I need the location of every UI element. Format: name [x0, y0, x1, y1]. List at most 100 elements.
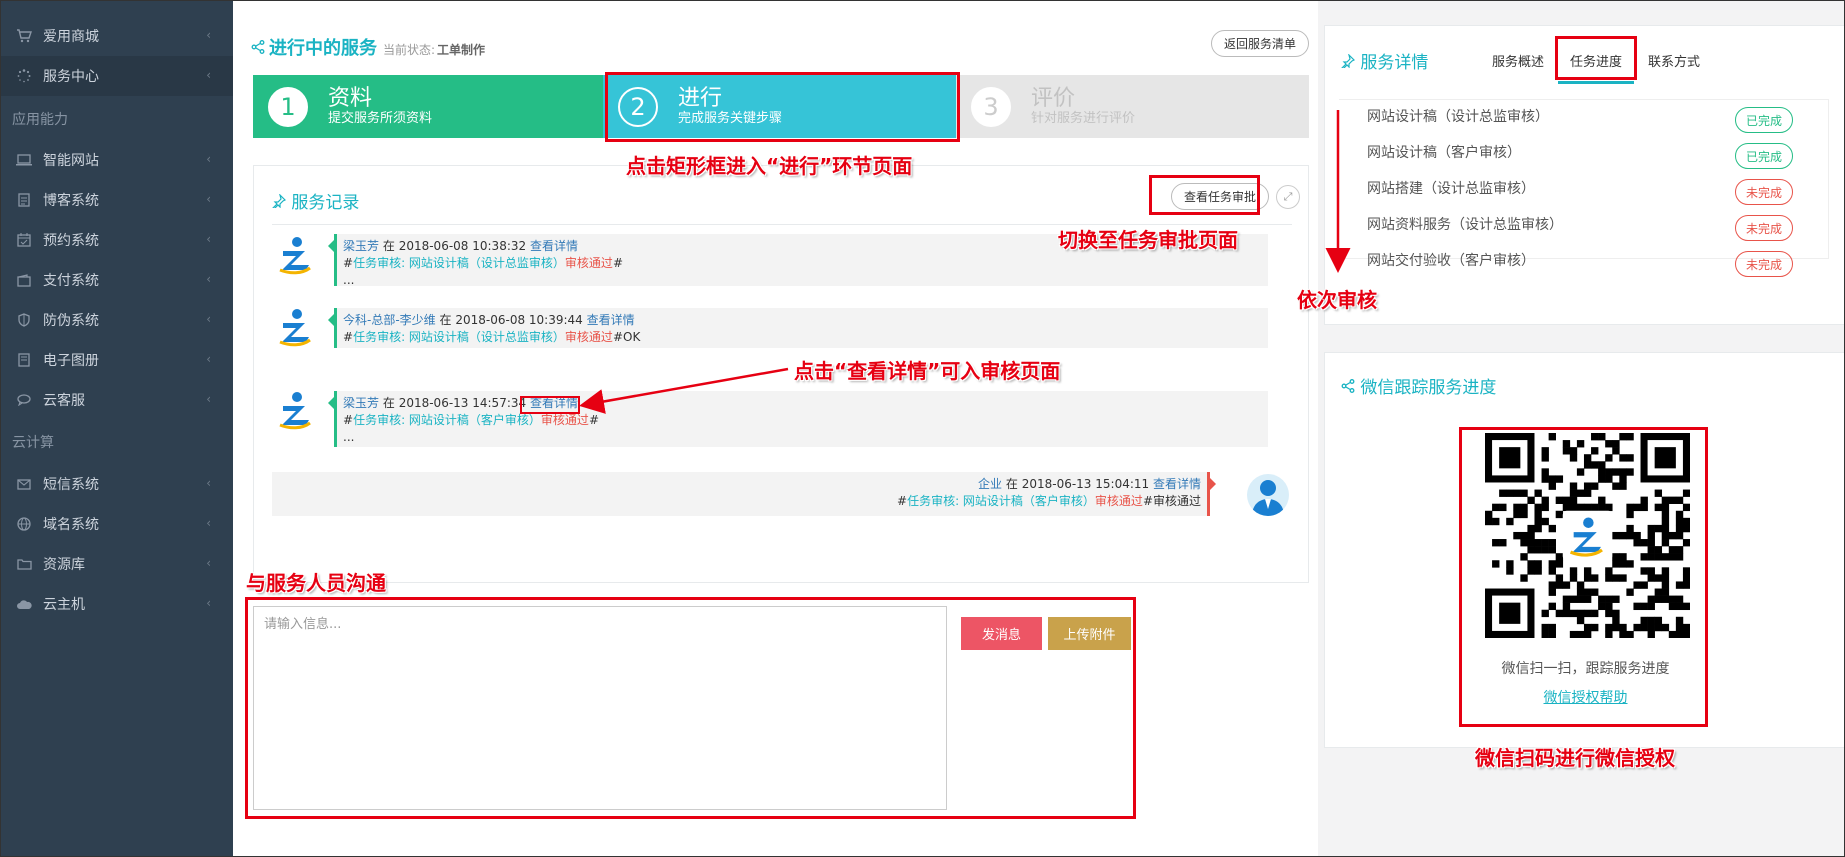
msg-time: 2018-06-08 10:38:32 [398, 239, 527, 253]
step-desc: 提交服务所须资料 [328, 110, 433, 126]
msg-body: #任务审核: 网站设计稿（客户审核）审核通过# [343, 412, 1262, 429]
share-icon [251, 40, 265, 58]
sidebar-item-album[interactable]: 电子图册 ‹ [0, 340, 233, 380]
sidebar-item-label: 短信系统 [43, 477, 99, 493]
sidebar-item-cs[interactable]: 云客服 ‹ [0, 380, 233, 420]
chevron-left-icon: ‹ [206, 596, 211, 610]
sidebar-item-host[interactable]: 云主机 ‹ [0, 584, 233, 624]
task-name: 网站搭建（设计总监审核） [1367, 181, 1535, 197]
chevron-left-icon: ‹ [206, 28, 211, 42]
annotation-box-chat [245, 597, 1136, 819]
msg-at: 在 [382, 396, 395, 410]
bubble-arrow [328, 240, 334, 252]
back-to-list-button[interactable]: 返回服务清单 [1211, 30, 1309, 57]
chevron-left-icon: ‹ [206, 392, 211, 406]
msg-user[interactable]: 梁玉芳 [343, 396, 379, 410]
msg-user[interactable]: 企业 [978, 477, 1002, 491]
status-badge: 未完成 [1735, 215, 1793, 241]
msg-extra: ... [343, 430, 355, 444]
sidebar-item-service[interactable]: 服务中心 ‹ [0, 56, 233, 96]
annotation-chat: 与服务人员沟通 [246, 571, 386, 595]
msg-user[interactable]: 梁玉芳 [343, 239, 379, 253]
status-badge: 未完成 [1735, 179, 1793, 205]
record-title-text: 服务记录 [291, 193, 360, 213]
book-icon [15, 352, 33, 368]
view-detail-link[interactable]: 查看详情 [530, 239, 578, 253]
msg-time: 2018-06-13 14:57:34 [398, 396, 527, 410]
sidebar-item-label: 支付系统 [43, 273, 99, 289]
laptop-icon [15, 152, 33, 168]
msg-prefix: # [897, 494, 908, 508]
step-name: 评价 [1031, 85, 1076, 111]
status-label: 当前状态: [383, 43, 436, 57]
chevron-left-icon: ‹ [206, 352, 211, 366]
task-name: 网站资料服务（设计总监审核） [1367, 217, 1563, 233]
shield-icon [15, 312, 33, 328]
annotation-audit-switch: 切换至任务审批页面 [1058, 228, 1238, 252]
msg-meta: 梁玉芳 在 2018-06-13 14:57:34 查看详情 [343, 395, 1262, 412]
sidebar-item-booking[interactable]: 预约系统 ‹ [0, 220, 233, 260]
msg-at: 在 [1005, 477, 1018, 491]
annotation-detail-click: 点击“查看详情”可入审核页面 [794, 359, 1061, 383]
chat-icon [15, 392, 33, 408]
msg-body: #任务审核: 网站设计稿（设计总监审核）审核通过#OK [343, 329, 1262, 346]
msg-at: 在 [382, 239, 395, 253]
staff-avatar [278, 391, 312, 431]
step-materials[interactable]: 1 资料 提交服务所须资料 [253, 75, 603, 138]
sidebar: 爱用商城 ‹ 服务中心 ‹ 应用能力 智能网站 ‹ 博客系统 ‹ 预约系统 ‹ … [0, 0, 233, 857]
sidebar-item-blog[interactable]: 博客系统 ‹ [0, 180, 233, 220]
msg-prefix: # [343, 256, 354, 270]
bubble-arrow [328, 397, 334, 409]
msg-suffix: #OK [612, 330, 641, 344]
step-number: 3 [971, 86, 1011, 127]
status-badge: 已完成 [1735, 143, 1793, 169]
list-item: 今科-总部-李少维 在 2018-06-08 10:39:44 查看详情 #任务… [328, 308, 1268, 348]
sidebar-section-cloud: 云计算 [12, 435, 54, 451]
msg-task: 任务审核: 网站设计稿（设计总监审核） [353, 330, 565, 344]
msg-user[interactable]: 今科-总部-李少维 [343, 313, 436, 327]
sidebar-item-domain[interactable]: 域名系统 ‹ [0, 504, 233, 544]
msg-time: 2018-06-13 15:04:11 [1021, 477, 1150, 491]
sidebar-item-payment[interactable]: 支付系统 ‹ [0, 260, 233, 300]
sidebar-item-label: 防伪系统 [43, 313, 99, 329]
bubble-arrow [328, 314, 334, 326]
sidebar-item-shop[interactable]: 爱用商城 ‹ [0, 16, 233, 56]
view-detail-link[interactable]: 查看详情 [587, 313, 635, 327]
calendar-icon [15, 232, 33, 248]
page-header: 进行中的服务 当前状态: 工单制作 [251, 34, 485, 60]
step-name: 资料 [328, 85, 373, 111]
chevron-left-icon: ‹ [206, 556, 211, 570]
mail-icon [15, 476, 33, 492]
sidebar-item-label: 域名系统 [43, 517, 99, 533]
chevron-left-icon: ‹ [206, 476, 211, 490]
msg-meta: 企业 在 2018-06-13 15:04:11 查看详情 [278, 476, 1201, 493]
document-icon [15, 192, 33, 208]
tab-contact[interactable]: 联系方式 [1648, 51, 1700, 85]
wechat-title: 微信跟踪服务进度 [1341, 373, 1496, 398]
sidebar-item-sms[interactable]: 短信系统 ‹ [0, 464, 233, 504]
view-detail-link[interactable]: 查看详情 [1153, 477, 1201, 491]
chevron-left-icon: ‹ [206, 232, 211, 246]
step-review[interactable]: 3 评价 针对服务进行评价 [956, 75, 1309, 138]
bubble-arrow [1210, 478, 1216, 490]
record-title: 服务记录 [272, 188, 359, 213]
status-badge: 未完成 [1735, 251, 1793, 277]
sidebar-item-resources[interactable]: 资源库 ‹ [0, 544, 233, 584]
msg-body: #任务审核: 网站设计稿（设计总监审核）审核通过# [343, 255, 1262, 272]
sidebar-item-label: 云主机 [43, 597, 85, 613]
annotation-wechat: 微信扫码进行微信授权 [1475, 746, 1675, 770]
chevron-left-icon: ‹ [206, 68, 211, 82]
msg-meta: 今科-总部-李少维 在 2018-06-08 10:39:44 查看详情 [343, 312, 1262, 329]
status-badge: 已完成 [1735, 107, 1793, 133]
msg-suffix: # [612, 256, 623, 270]
msg-at: 在 [439, 313, 452, 327]
spinner-icon [15, 68, 33, 84]
sidebar-item-website[interactable]: 智能网站 ‹ [0, 140, 233, 180]
expand-icon[interactable]: ⤢ [1276, 185, 1300, 209]
tab-overview[interactable]: 服务概述 [1492, 51, 1544, 85]
task-list: 网站设计稿（设计总监审核） 已完成 网站设计稿（客户审核） 已完成 网站搭建（设… [1339, 99, 1829, 277]
annotation-box-qr [1459, 427, 1708, 727]
sidebar-item-label: 服务中心 [43, 69, 99, 85]
sidebar-item-label: 预约系统 [43, 233, 99, 249]
sidebar-item-antifake[interactable]: 防伪系统 ‹ [0, 300, 233, 340]
